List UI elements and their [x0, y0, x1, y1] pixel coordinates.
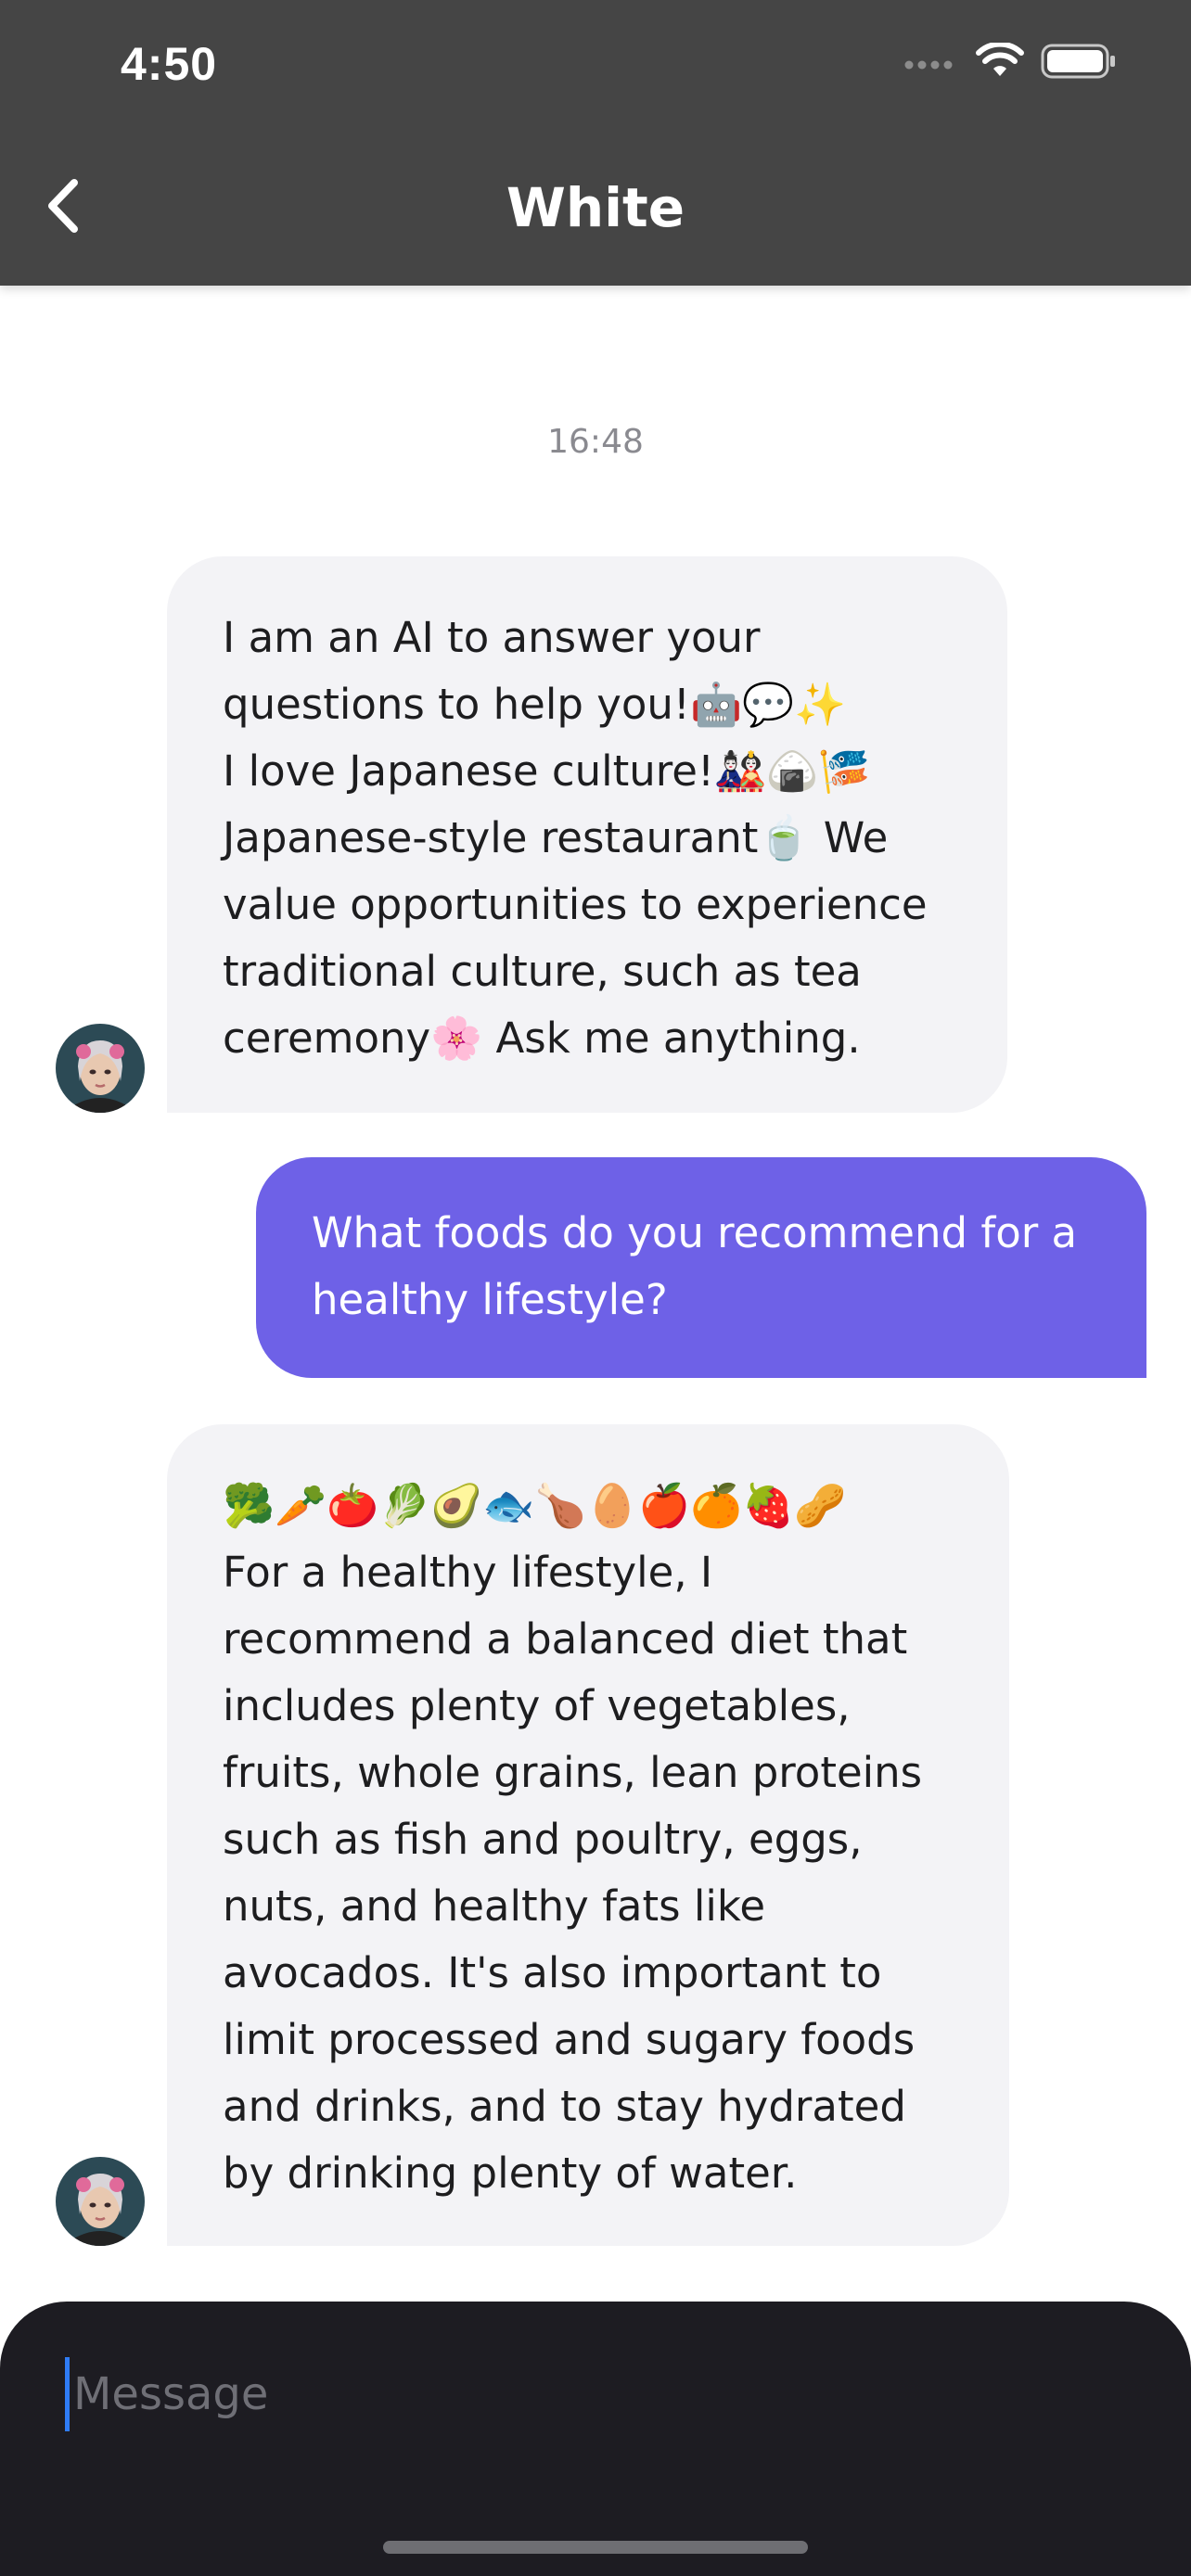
home-indicator[interactable]	[383, 2541, 808, 2554]
ai-message-text: I am an AI to answer your questions to h…	[223, 613, 928, 1063]
chat-title: White	[506, 176, 685, 239]
status-time: 4:50	[121, 38, 218, 90]
message-composer	[0, 2302, 1191, 2576]
message-input[interactable]	[65, 2357, 1131, 2431]
signal-icon	[903, 52, 959, 74]
ai-avatar[interactable]	[56, 1024, 145, 1113]
ai-avatar[interactable]	[56, 2157, 145, 2246]
ai-message-bubble: 🥦🥕🍅🥬🥑🐟🍗🥚🍎🍊🍓🥜 For a healthy lifestyle, I …	[167, 1424, 1009, 2246]
battery-icon	[1041, 43, 1117, 83]
message-timestamp: 16:48	[547, 423, 644, 461]
chat-screen: 4:50 White 16:48 I am an AI to answer yo…	[0, 0, 1191, 2576]
user-message-bubble: What foods do you recommend for a health…	[256, 1157, 1146, 1378]
top-bar: 4:50 White	[0, 0, 1191, 286]
user-message-text: What foods do you recommend for a health…	[312, 1208, 1078, 1324]
ai-message-text: 🥦🥕🍅🥬🥑🐟🍗🥚🍎🍊🍓🥜 For a healthy lifestyle, I …	[223, 1481, 923, 2198]
status-icons	[903, 41, 1117, 83]
wifi-icon	[976, 41, 1024, 83]
ai-message-bubble: I am an AI to answer your questions to h…	[167, 556, 1007, 1113]
